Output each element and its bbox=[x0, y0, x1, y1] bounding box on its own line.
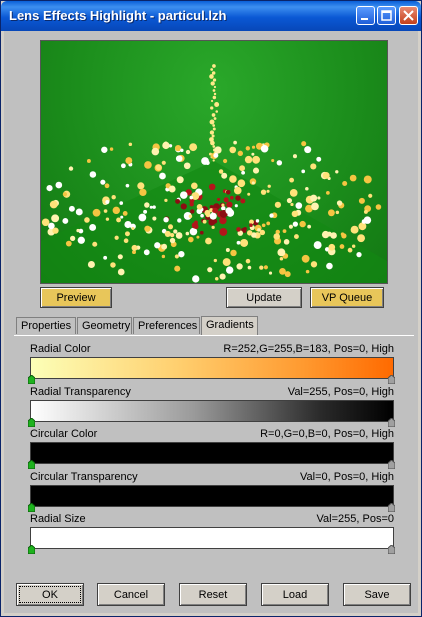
tab-properties[interactable]: Properties bbox=[16, 317, 76, 334]
title-bar[interactable]: Lens Effects Highlight - particul.lzh bbox=[1, 1, 421, 31]
tab-geometry[interactable]: Geometry bbox=[77, 317, 132, 334]
radial-size-right-flag[interactable] bbox=[388, 545, 395, 554]
update-button[interactable]: Update bbox=[226, 287, 302, 308]
particle-render-image bbox=[41, 64, 387, 283]
preview-viewport bbox=[40, 40, 388, 284]
radial-color-left-flag[interactable] bbox=[28, 375, 35, 384]
circular-color-left-flag[interactable] bbox=[28, 460, 35, 469]
radial-size-info: Val=255, Pos=0 bbox=[316, 513, 394, 525]
radial-color-label: Radial Color bbox=[30, 343, 91, 355]
circular-transparency-right-flag[interactable] bbox=[388, 503, 395, 512]
radial-size-left-flag[interactable] bbox=[28, 545, 35, 554]
minimize-icon bbox=[361, 18, 368, 20]
minimize-button[interactable] bbox=[356, 6, 375, 25]
ok-button[interactable]: OK bbox=[16, 583, 84, 606]
radial-color-right-flag[interactable] bbox=[388, 375, 395, 384]
circular-transparency-left-flag[interactable] bbox=[28, 503, 35, 512]
radial-color-info: R=252,G=255,B=183, Pos=0, High bbox=[223, 343, 394, 355]
reset-button[interactable]: Reset bbox=[179, 583, 247, 606]
close-icon bbox=[403, 10, 414, 21]
dialog-window: Lens Effects Highlight - particul.lzh Pr… bbox=[0, 0, 422, 617]
maximize-icon bbox=[381, 10, 392, 21]
circular-color-right-flag[interactable] bbox=[388, 460, 395, 469]
radial-transparency-info: Val=255, Pos=0, High bbox=[287, 386, 394, 398]
dialog-client: Preview Update VP Queue Properties Geome… bbox=[4, 31, 418, 613]
tab-divider bbox=[14, 335, 414, 336]
circular-transparency-label: Circular Transparency bbox=[30, 471, 138, 483]
radial-transparency-left-flag[interactable] bbox=[28, 418, 35, 427]
vp-queue-button[interactable]: VP Queue bbox=[310, 287, 384, 308]
radial-size-gradient[interactable] bbox=[30, 527, 394, 549]
window-title: Lens Effects Highlight - particul.lzh bbox=[9, 8, 227, 23]
circular-color-gradient[interactable] bbox=[30, 442, 394, 464]
tab-preferences[interactable]: Preferences bbox=[133, 317, 200, 334]
radial-transparency-right-flag[interactable] bbox=[388, 418, 395, 427]
circular-color-info: R=0,G=0,B=0, Pos=0, High bbox=[260, 428, 394, 440]
preview-button[interactable]: Preview bbox=[40, 287, 112, 308]
cancel-button[interactable]: Cancel bbox=[97, 583, 165, 606]
circular-color-label: Circular Color bbox=[30, 428, 98, 440]
radial-transparency-label: Radial Transparency bbox=[30, 386, 131, 398]
radial-color-gradient[interactable] bbox=[30, 357, 394, 379]
circular-transparency-gradient[interactable] bbox=[30, 485, 394, 507]
radial-transparency-gradient[interactable] bbox=[30, 400, 394, 422]
circular-transparency-info: Val=0, Pos=0, High bbox=[300, 471, 394, 483]
close-button[interactable] bbox=[399, 6, 418, 25]
maximize-button[interactable] bbox=[377, 6, 396, 25]
tab-gradients[interactable]: Gradients bbox=[201, 316, 258, 335]
load-button[interactable]: Load bbox=[261, 583, 329, 606]
radial-size-label: Radial Size bbox=[30, 513, 86, 525]
save-button[interactable]: Save bbox=[343, 583, 411, 606]
